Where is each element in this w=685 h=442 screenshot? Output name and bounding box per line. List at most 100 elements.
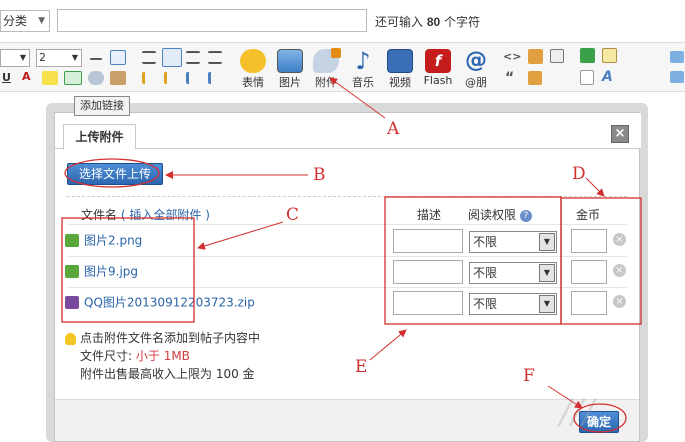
add-link-icon[interactable] bbox=[64, 71, 82, 85]
smiley-icon bbox=[240, 49, 266, 73]
annotation-label-f: F bbox=[523, 366, 535, 386]
size-value: 小于 1MB bbox=[135, 349, 190, 363]
dialog-tabstrip: 上传附件 × bbox=[55, 113, 641, 150]
file-name-link[interactable]: 图片9.jpg bbox=[84, 265, 138, 279]
annotation-label-d: D bbox=[572, 164, 586, 184]
description-header: 描述 bbox=[417, 208, 442, 222]
description-input[interactable] bbox=[393, 291, 463, 315]
video-button[interactable]: 视频 bbox=[380, 49, 420, 91]
tab-upload-attachment[interactable]: 上传附件 bbox=[63, 124, 136, 150]
hide-content-icon[interactable] bbox=[528, 49, 543, 64]
editor-toolbar: ▼ 2 ▼ U A 表情 图片 附件 ♪ 音乐 视频 f Flash @ @朋 … bbox=[0, 42, 685, 92]
annotation-label-e: E bbox=[355, 357, 368, 377]
checkbox-icon[interactable] bbox=[580, 48, 595, 63]
document-icon[interactable] bbox=[580, 70, 594, 85]
gold-input[interactable] bbox=[571, 291, 607, 315]
permission-select-value: 不限 bbox=[473, 235, 498, 249]
filename-header: 文件名 ( 插入全部附件 ) bbox=[81, 208, 210, 222]
permission-select[interactable]: 不限 ▼ bbox=[469, 293, 557, 315]
spellcheck-icon[interactable] bbox=[42, 71, 58, 85]
delete-icon[interactable]: × bbox=[613, 264, 626, 277]
image-file-icon bbox=[65, 265, 79, 278]
font-size-select[interactable]: 2 ▼ bbox=[36, 49, 82, 67]
select-file-upload-button[interactable]: 选择文件上传 bbox=[67, 163, 163, 185]
row-divider bbox=[67, 287, 627, 288]
font-style-icon[interactable]: A bbox=[602, 69, 613, 85]
add-link-tooltip: 添加链接 bbox=[74, 96, 130, 116]
underline-icon[interactable]: U bbox=[2, 71, 11, 84]
sale-limit-line: 附件出售最高收入上限为 100 金 bbox=[80, 367, 255, 381]
flash-button[interactable]: f Flash bbox=[418, 49, 458, 91]
permission-header-label: 阅读权限 bbox=[468, 208, 517, 222]
gold-header: 金币 bbox=[576, 208, 601, 222]
annotation-label-a: A bbox=[387, 119, 400, 139]
expand-icon[interactable] bbox=[670, 51, 684, 63]
remaining-prefix: 还可输入 bbox=[375, 15, 424, 29]
chevron-down-icon: ▼ bbox=[19, 53, 26, 62]
format-brush-icon[interactable] bbox=[110, 71, 126, 85]
font-family-select[interactable]: ▼ bbox=[0, 49, 30, 67]
category-select[interactable]: 分类 ▼ bbox=[0, 10, 50, 32]
annotation-label-c: C bbox=[286, 205, 300, 225]
description-input[interactable] bbox=[393, 260, 463, 284]
align-left-icon[interactable] bbox=[142, 51, 156, 64]
quote-icon[interactable]: “ bbox=[505, 70, 514, 86]
annotation-label-b: B bbox=[313, 165, 326, 185]
permission-select[interactable]: 不限 ▼ bbox=[469, 231, 557, 253]
text-color-icon[interactable]: A bbox=[22, 70, 31, 83]
description-input[interactable] bbox=[393, 229, 463, 253]
image-button-label: 图片 bbox=[279, 76, 301, 89]
align-justify-icon[interactable] bbox=[208, 51, 222, 64]
remaining-suffix: 个字符 bbox=[444, 15, 481, 29]
outdent-icon[interactable] bbox=[208, 72, 222, 84]
horizontal-rule-icon[interactable] bbox=[90, 58, 102, 60]
attachment-button[interactable]: 附件 bbox=[306, 48, 346, 91]
file-name-link[interactable]: 图片2.png bbox=[84, 234, 142, 248]
image-button[interactable]: 图片 bbox=[270, 49, 310, 91]
music-button[interactable]: ♪ 音乐 bbox=[343, 49, 383, 91]
insert-all-attachments-link[interactable]: 插入全部附件 bbox=[129, 208, 201, 222]
file-name-link[interactable]: QQ图片20130912203723.zip bbox=[84, 296, 255, 310]
gold-input[interactable] bbox=[571, 260, 607, 284]
ordered-list-icon[interactable] bbox=[142, 72, 156, 84]
title-input[interactable] bbox=[57, 9, 367, 32]
lock-icon[interactable] bbox=[528, 71, 542, 85]
chevron-down-icon: ▼ bbox=[539, 233, 555, 251]
help-icon[interactable]: ? bbox=[519, 209, 532, 222]
align-center-icon[interactable] bbox=[162, 48, 182, 67]
edit-note-icon[interactable] bbox=[602, 48, 617, 63]
row-divider bbox=[67, 256, 627, 257]
upload-notes: 点击附件文件名添加到帖子内容中 文件尺寸: 小于 1MB 附件出售最高收入上限为… bbox=[65, 329, 260, 383]
image-file-icon bbox=[65, 234, 79, 247]
size-line: 文件尺寸: 小于 1MB bbox=[65, 347, 260, 365]
unordered-list-icon[interactable] bbox=[164, 72, 178, 84]
file-row: 图片9.jpg bbox=[65, 261, 138, 281]
file-row: 图片2.png bbox=[65, 230, 142, 250]
gold-input[interactable] bbox=[571, 229, 607, 253]
music-note-icon: ♪ bbox=[355, 47, 371, 75]
code-icon[interactable]: <> bbox=[503, 50, 521, 63]
video-icon bbox=[387, 49, 413, 73]
filename-header-label: 文件名 bbox=[81, 208, 118, 222]
category-select-value: 分类 bbox=[3, 14, 28, 28]
free-content-icon[interactable] bbox=[550, 49, 564, 63]
dialog-footer: 确定 bbox=[55, 399, 639, 441]
permission-select[interactable]: 不限 ▼ bbox=[469, 262, 557, 284]
delete-icon[interactable]: × bbox=[613, 233, 626, 246]
indent-icon[interactable] bbox=[186, 72, 200, 84]
collapse-icon[interactable] bbox=[670, 71, 684, 83]
permission-header: 阅读权限 ? bbox=[468, 206, 532, 223]
row-divider bbox=[67, 224, 627, 225]
table-icon[interactable] bbox=[110, 50, 126, 65]
video-button-label: 视频 bbox=[389, 76, 411, 89]
mention-button[interactable]: @ @朋 bbox=[456, 49, 496, 91]
chevron-down-icon: ▼ bbox=[539, 295, 555, 313]
font-size-value: 2 bbox=[39, 51, 46, 64]
delete-icon[interactable]: × bbox=[613, 295, 626, 308]
unlink-icon[interactable] bbox=[88, 71, 104, 85]
align-right-icon[interactable] bbox=[186, 51, 200, 64]
close-button[interactable]: × bbox=[611, 125, 629, 143]
post-topbar: 分类 ▼ 还可输入 80 个字符 bbox=[0, 0, 685, 42]
paperclip-icon bbox=[313, 48, 341, 73]
emoji-button[interactable]: 表情 bbox=[233, 49, 273, 91]
